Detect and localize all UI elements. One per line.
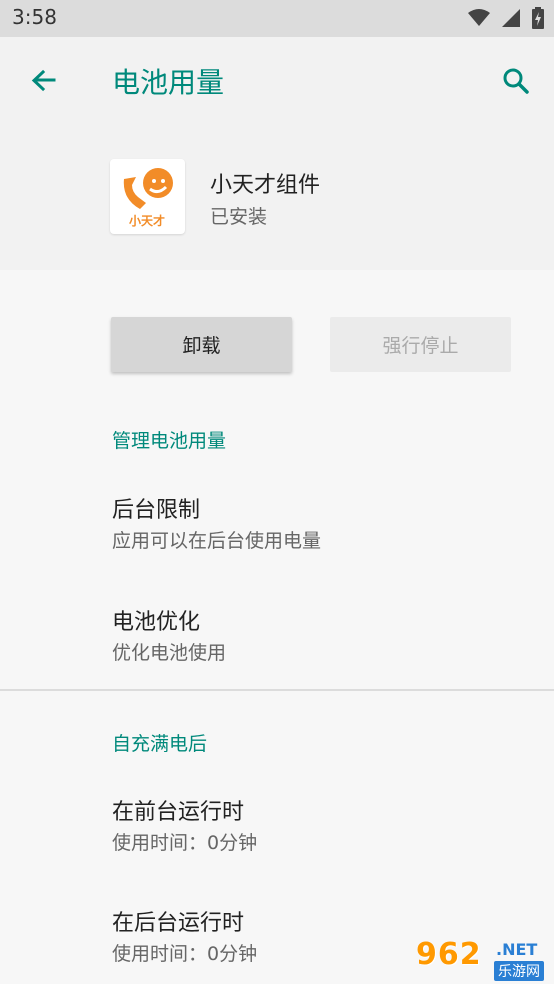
uninstall-button[interactable]: 卸载 [111,317,292,372]
app-icon-label: 小天才 [129,213,165,228]
status-time: 3:58 [12,5,57,29]
list-item-title: 后台限制 [112,498,201,523]
watermark-number: 962 [416,937,482,972]
app-icon: 小天才 [110,159,185,234]
app-header: 小天才 小天才组件 已安装 [0,125,554,270]
list-item-subtitle: 优化电池使用 [112,642,227,664]
search-button[interactable] [496,61,536,101]
divider [0,689,554,691]
battery-charging-icon [532,7,544,29]
page-title: 电池用量 [112,66,225,99]
list-item-title: 在后台运行时 [112,911,245,936]
section-title-since-full-charge: 自充满电后 [112,733,208,755]
list-item-title: 在前台运行时 [112,800,245,825]
search-icon [503,68,529,94]
app-install-status: 已安装 [210,206,268,228]
list-item-title: 电池优化 [112,610,201,635]
wifi-icon [468,9,490,26]
watermark-site-name: 乐游网 [494,961,544,981]
app-bar: 电池用量 [0,37,554,125]
back-button[interactable] [24,61,64,101]
list-item-subtitle: 使用时间：0分钟 [112,943,258,965]
list-item-subtitle: 应用可以在后台使用电量 [112,530,322,552]
signal-icon [502,9,520,27]
arrow-left-icon [31,69,56,92]
force-stop-button[interactable]: 强行停止 [330,317,511,372]
watermark-logo: 962 .NET 乐游网 [416,937,550,983]
status-icons [468,7,544,29]
status-bar: 3:58 [0,0,554,37]
section-title-manage-battery: 管理电池用量 [112,430,227,452]
list-item-subtitle: 使用时间：0分钟 [112,832,258,854]
watermark-net: .NET [496,940,538,959]
app-name: 小天才组件 [210,173,321,198]
